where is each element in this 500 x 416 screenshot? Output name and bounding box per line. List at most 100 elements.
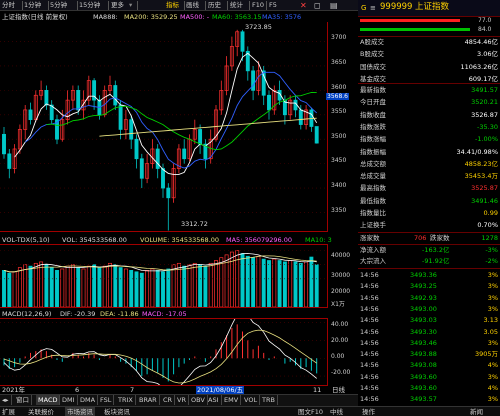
volume-bar bbox=[288, 260, 293, 307]
vol-indicator-name[interactable]: VOL-TDX(5,10) bbox=[2, 236, 50, 244]
candle-body bbox=[155, 148, 160, 169]
volume-bar bbox=[192, 262, 197, 307]
price-chart[interactable] bbox=[0, 22, 328, 232]
volume-bar bbox=[267, 260, 271, 307]
close-icon[interactable]: ✕ bbox=[300, 1, 307, 10]
indicator-tab-asi[interactable]: ASI bbox=[206, 395, 222, 405]
divider bbox=[358, 83, 500, 84]
price-tick: 3550 bbox=[331, 108, 347, 115]
volume-bar bbox=[28, 265, 33, 307]
index-stat-value: 35453.4万 bbox=[464, 172, 498, 181]
index-stat-row: 最低指数 3491.46 bbox=[360, 197, 500, 206]
bottom-market-news[interactable]: 市场资讯 bbox=[65, 407, 95, 416]
volume-bar bbox=[203, 265, 208, 307]
tab-history[interactable]: 历史 bbox=[208, 1, 221, 10]
date-axis-month: 6 bbox=[75, 386, 80, 394]
candle-body bbox=[76, 90, 81, 111]
volume-bar bbox=[129, 270, 134, 307]
tab-indicator[interactable]: 指标 bbox=[166, 1, 179, 10]
bottom-related-quotes[interactable]: 关联报价 bbox=[28, 407, 54, 416]
tab-draw[interactable]: 画线 bbox=[186, 1, 199, 10]
indicator-tab-obv[interactable]: OBV bbox=[189, 395, 208, 405]
tab-prev-icon[interactable]: ◂▸ bbox=[0, 395, 12, 405]
more-dropdown-icon[interactable]: ▾ bbox=[129, 1, 132, 10]
tick-time: 14:56 bbox=[360, 338, 379, 347]
price-marker-badge: 3568.6 bbox=[326, 93, 349, 100]
up-count-label: 涨家数 bbox=[360, 234, 380, 242]
indicator-tab-window[interactable]: 窗口 bbox=[14, 395, 32, 405]
tick-volume: 4% bbox=[487, 361, 498, 370]
bottom-sector-news[interactable]: 板块资讯 bbox=[104, 407, 130, 416]
cursor-date-badge: 2021/08/06/五 bbox=[196, 386, 245, 394]
tab-f10[interactable]: F10 bbox=[252, 1, 264, 10]
indicator-tab-macd[interactable]: MACD bbox=[36, 395, 61, 405]
tick-row: 14:56 3493.30 3.05 bbox=[360, 328, 500, 337]
bottom-operation[interactable]: 操作 bbox=[362, 407, 375, 416]
macd-indicator-name[interactable]: MACD(12,26,9) bbox=[2, 310, 51, 318]
tick-time: 14:56 bbox=[360, 327, 379, 336]
vol-tick: 20000 bbox=[331, 288, 351, 295]
indicator-tab-brar[interactable]: BRAR bbox=[137, 395, 160, 405]
restore-icon[interactable]: ◻ bbox=[314, 1, 321, 10]
bottom-f10[interactable]: 图文F10 bbox=[298, 407, 323, 416]
index-stat-row: 指数收盘 3526.87 bbox=[360, 111, 500, 120]
indicator-tab-vr[interactable]: VR bbox=[175, 395, 189, 405]
volume-bar bbox=[314, 264, 319, 307]
turnover-value: 4854.46亿 bbox=[464, 38, 498, 46]
turnover-value: 3.06亿 bbox=[477, 50, 498, 59]
candle-body bbox=[298, 109, 303, 125]
macd-dif-value: DIF: -20.39 bbox=[60, 310, 96, 318]
bottom-midline[interactable]: 中线 bbox=[330, 407, 343, 416]
macd-chart[interactable] bbox=[0, 319, 327, 385]
tick-row: 14:56 3493.60 3% bbox=[360, 373, 500, 382]
date-axis-month: 7 bbox=[130, 386, 135, 394]
indicator-tab-fsl[interactable]: FSL bbox=[98, 395, 115, 405]
tab-more[interactable]: 更多 bbox=[111, 1, 124, 10]
indicator-tab-trix[interactable]: TRIX bbox=[116, 395, 136, 405]
tab-5min[interactable]: 5分钟 bbox=[50, 1, 67, 10]
indicator-tab-dma[interactable]: DMA bbox=[78, 395, 99, 405]
index-stat-row: 指数涨跌 -35.30 bbox=[360, 123, 500, 132]
indicator-tab-emv[interactable]: EMV bbox=[222, 395, 242, 405]
panel-menu-icon[interactable]: G bbox=[361, 4, 366, 12]
quote-name: 上证指数 bbox=[415, 2, 450, 12]
volume-bar bbox=[240, 253, 245, 307]
volume-chart[interactable] bbox=[0, 245, 327, 307]
indicator-tab-trb[interactable]: TRB bbox=[260, 395, 278, 405]
bottom-news[interactable]: 新闻 bbox=[470, 407, 483, 416]
tab-1min[interactable]: 1分钟 bbox=[24, 1, 41, 10]
price-tick: 3500 bbox=[331, 133, 347, 140]
ma-line-blue bbox=[24, 71, 318, 169]
index-stat-label: 今日开盘 bbox=[360, 98, 386, 107]
index-stat-label: 指数收盘 bbox=[360, 110, 386, 119]
turnover-row: A股成交 4854.46亿 bbox=[360, 38, 500, 47]
turnover-label: A股成交 bbox=[360, 38, 384, 46]
index-stat-value: 3491.57 bbox=[471, 86, 498, 94]
bottom-expand[interactable]: 扩展 bbox=[2, 407, 15, 416]
tab-f5[interactable]: F5 bbox=[269, 1, 277, 10]
indicator-tab-cr[interactable]: CR bbox=[161, 395, 176, 405]
volume-bar bbox=[198, 264, 203, 307]
tick-price: 3493.00 bbox=[410, 304, 437, 313]
tick-row: 14:56 3493.03 3.13 bbox=[360, 316, 500, 325]
volume-bar bbox=[92, 264, 97, 307]
candle-body bbox=[314, 126, 319, 144]
window-menu-icon[interactable]: ▤ bbox=[330, 1, 338, 10]
ma35-value: MA35: 3576 bbox=[262, 13, 302, 21]
candle-body bbox=[240, 31, 245, 52]
divider bbox=[249, 1, 250, 10]
volume-bar bbox=[298, 262, 303, 307]
volume-bar bbox=[2, 270, 6, 307]
indicator-tab-vol[interactable]: VOL bbox=[242, 395, 261, 405]
volume-bar bbox=[55, 270, 59, 307]
volume-bar bbox=[182, 265, 187, 307]
list-icon[interactable]: ≡ bbox=[370, 4, 376, 12]
tab-timeshare[interactable]: 分时 bbox=[2, 1, 15, 10]
tab-15min[interactable]: 15分钟 bbox=[79, 1, 100, 10]
tab-stats[interactable]: 统计 bbox=[230, 1, 243, 10]
index-stat-row: 最高指数 3525.87 bbox=[360, 184, 500, 193]
candle-body bbox=[118, 104, 123, 130]
indicator-tab-dmi[interactable]: DMI bbox=[60, 395, 78, 405]
volume-bar bbox=[261, 258, 266, 307]
fund-flow-amount: -163.2亿 bbox=[422, 246, 450, 254]
